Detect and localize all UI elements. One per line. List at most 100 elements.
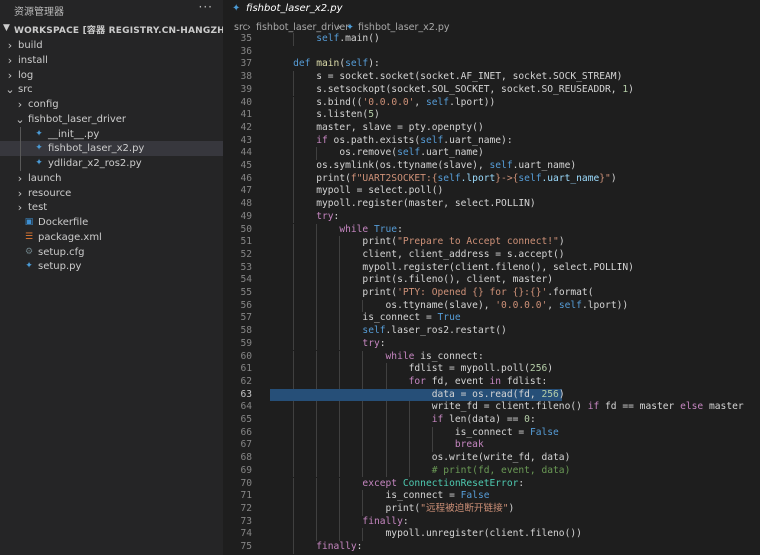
chevron-down-icon[interactable]: ⌄ [15, 113, 25, 126]
python-file-icon: ✦ [346, 22, 354, 33]
tree-item[interactable]: ⌄ fishbot_laser_driver [0, 112, 223, 127]
code-token: : [518, 477, 525, 489]
breadcrumb-item-file[interactable]: fishbot_laser_x2.py [358, 22, 450, 33]
code-text: print(s.fileno(), client, master) [270, 274, 553, 287]
chevron-right-icon[interactable]: › [5, 39, 15, 52]
code-line[interactable]: 74 mypoll.unregister(client.fileno()) [224, 528, 760, 541]
code-line[interactable]: 59 try: [224, 337, 760, 351]
code-line[interactable]: 68 os.write(write_fd, data) [224, 452, 760, 465]
line-number: 39 [240, 83, 252, 95]
workspace-header[interactable]: ▼ WORKSPACE [容器 REGISTRY.CN-HANGZHOU.ALI… [0, 18, 223, 38]
code-line[interactable]: 72 print("远程被迫断开链接") [224, 502, 760, 516]
tree-item[interactable]: › config [0, 97, 223, 112]
code-line[interactable]: 71 is_connect = False [224, 490, 760, 503]
code-token: '0.0.0.0' [362, 96, 415, 108]
tree-item[interactable]: ▣ Dockerfile [0, 215, 223, 230]
tree-item[interactable]: › log [0, 68, 223, 83]
code-token: fd, event [431, 375, 490, 387]
code-line[interactable]: 35 self.main() [224, 33, 760, 46]
code-line[interactable]: 62 for fd, event in fdlist: [224, 375, 760, 389]
code-line[interactable]: 63 data = os.read(fd, 256) [224, 388, 760, 402]
breadcrumb-item-package[interactable]: fishbot_laser_driver [256, 22, 349, 33]
code-line[interactable]: 54 print(s.fileno(), client, master) [224, 274, 760, 287]
code-line[interactable]: 56 os.ttyname(slave), '0.0.0.0', self.lp… [224, 299, 760, 313]
breadcrumb-item-src[interactable]: src [234, 22, 248, 33]
code-line[interactable]: 38 s = socket.socket(socket.AF_INET, soc… [224, 71, 760, 84]
code-line[interactable]: 39 s.setsockopt(socket.SOL_SOCKET, socke… [224, 83, 760, 97]
chevron-down-icon[interactable]: ⌄ [5, 83, 15, 96]
code-line[interactable]: 57 is_connect = True [224, 312, 760, 326]
chevron-right-icon[interactable]: › [15, 172, 25, 185]
code-line[interactable]: 45 os.symlink(os.ttyname(slave), self.ua… [224, 160, 760, 173]
tree-item[interactable]: ✦ __init__.py [0, 127, 223, 142]
code-line[interactable]: 42 master, slave = pty.openpty() [224, 121, 760, 135]
tree-item[interactable]: ☰ package.xml [0, 230, 223, 245]
code-token: ) [508, 502, 515, 514]
chevron-right-icon[interactable]: › [15, 98, 25, 111]
python-file-icon: ✦ [35, 158, 43, 168]
tree-item[interactable]: › install [0, 53, 223, 68]
code-token: fdlist: [506, 375, 548, 387]
tree-item[interactable]: ✦ fishbot_laser_x2.py [0, 141, 223, 156]
chevron-right-icon[interactable]: › [5, 69, 15, 82]
code-line[interactable]: 46 print(f"UART2SOCKET:{self.lport}->{se… [224, 172, 760, 186]
line-number: 48 [240, 198, 252, 210]
code-line[interactable]: 41 s.listen(5) [224, 109, 760, 122]
tree-item-label: log [18, 69, 34, 81]
code-token: print( [362, 287, 398, 298]
more-actions-icon[interactable]: ··· [199, 0, 213, 14]
code-token: os.ttyname(slave), [385, 299, 496, 311]
code-line[interactable]: 36 [224, 46, 760, 59]
code-line[interactable]: 58 self.laser_ros2.restart() [224, 325, 760, 338]
tree-item[interactable]: ⌄ src [0, 82, 223, 97]
code-line[interactable]: 43 if os.path.exists(self.uart_name): [224, 134, 760, 148]
code-line[interactable]: 67 break [224, 439, 760, 453]
chevron-right-icon[interactable]: › [15, 201, 25, 214]
code-line[interactable]: 37 def main(self): [224, 58, 760, 71]
tree-item[interactable]: ✦ setup.py [0, 259, 223, 274]
tree-item[interactable]: › build [0, 38, 223, 53]
code-line[interactable]: 73 finally: [224, 515, 760, 529]
code-line[interactable]: 66 is_connect = False [224, 426, 760, 440]
indent-guide [20, 127, 21, 171]
code-line[interactable]: 48 mypoll.register(master, select.POLLIN… [224, 198, 760, 211]
code-line[interactable]: 75 finally: [224, 541, 760, 554]
code-line[interactable]: 52 client, client_address = s.accept() [224, 248, 760, 262]
code-line[interactable]: 65 if len(data) == 0: [224, 414, 760, 427]
code-line[interactable]: 61 fdlist = mypoll.poll(256) [224, 363, 760, 376]
chevron-right-icon: › [337, 22, 341, 33]
line-number: 71 [240, 490, 252, 502]
code-token: 256 [529, 363, 548, 375]
code-line[interactable]: 47 mypoll = select.poll() [224, 185, 760, 199]
tree-item[interactable]: › test [0, 200, 223, 215]
code-line[interactable]: 70 except ConnectionResetError: [224, 477, 760, 491]
code-line[interactable]: 49 try: [224, 210, 760, 224]
tree-item-label: fishbot_laser_driver [28, 113, 127, 125]
tree-item[interactable]: ✦ ydlidar_x2_ros2.py [0, 156, 223, 171]
code-line[interactable]: 69 # print(fd, event, data) [224, 464, 760, 478]
tree-item[interactable]: ⚙ setup.cfg [0, 245, 223, 260]
code-token: try [362, 337, 380, 349]
tree-item-label: setup.py [38, 261, 82, 273]
code-line[interactable]: 60 while is_connect: [224, 350, 760, 364]
file-tree: › build › install › log ⌄ src › config ⌄ fishbot_la… [0, 38, 223, 274]
code-line[interactable]: 50 while True: [224, 223, 760, 237]
code-line[interactable]: 44 os.remove(self.uart_name) [224, 147, 760, 160]
code-token: self [437, 172, 461, 184]
code-line[interactable]: 51 print("Prepare to Accept connect!") [224, 236, 760, 249]
code-line[interactable]: 55 print('PTY: Opened {} for {}:{}'.form… [224, 287, 760, 300]
line-number: 75 [240, 541, 252, 552]
python-file-icon: ✦ [35, 128, 43, 139]
code-token: ) [610, 172, 617, 184]
tree-item[interactable]: › resource [0, 186, 223, 201]
code-token: # print(fd, event, data) [431, 464, 571, 476]
chevron-right-icon[interactable]: › [15, 187, 25, 200]
tree-item[interactable]: › launch [0, 171, 223, 186]
code-line[interactable]: 40 s.bind(('0.0.0.0', self.lport)) [224, 96, 760, 110]
code-line[interactable]: 53 mypoll.register(client.fileno(), sele… [224, 261, 760, 275]
editor-tab[interactable]: ✦ fishbot_laser_x2.py [224, 0, 760, 18]
chevron-right-icon[interactable]: › [5, 54, 15, 67]
code-line[interactable]: 64 write_fd = client.fileno() if fd == m… [224, 401, 760, 414]
code-token: print( [362, 236, 398, 248]
code-token: ) [547, 363, 554, 375]
